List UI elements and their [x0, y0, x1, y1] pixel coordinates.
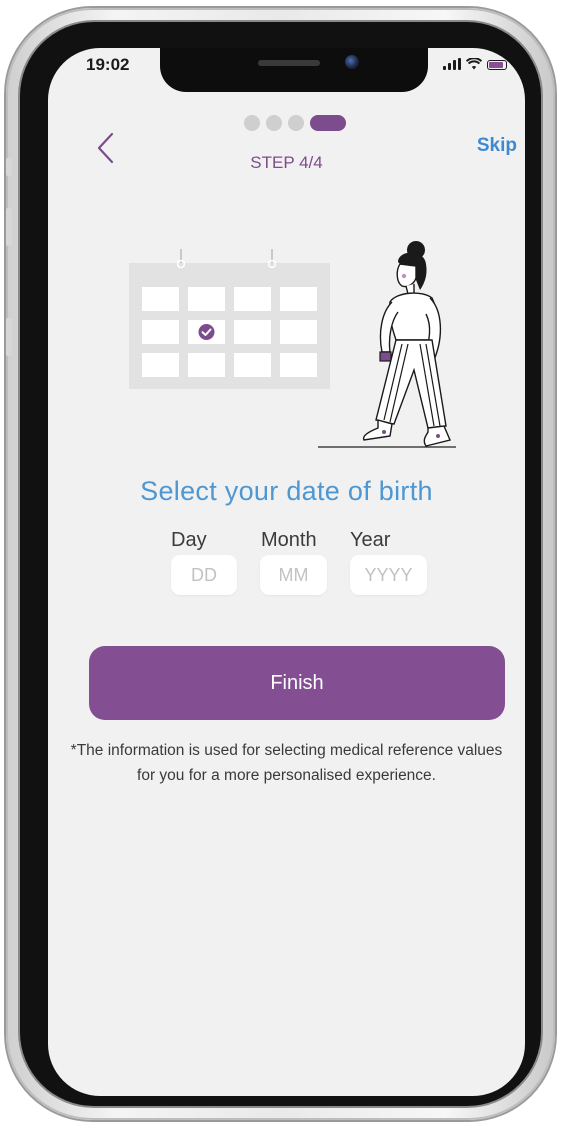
check-circle-icon — [198, 324, 215, 340]
status-time: 19:02 — [86, 55, 130, 74]
woman-walking-illustration — [318, 241, 456, 448]
calendar-selected-day — [188, 320, 225, 344]
page-title: Select your date of birth — [140, 476, 433, 506]
volume-up-button — [6, 208, 12, 246]
wifi-icon — [466, 58, 482, 70]
day-label: Day — [171, 529, 207, 551]
phone-frame: 19:02 STEP 4/4 Skip Select your date of … — [6, 8, 555, 1120]
volume-down-button — [6, 318, 12, 356]
finish-button[interactable]: Finish — [89, 646, 505, 720]
calendar-ring — [268, 249, 276, 269]
status-icons — [443, 58, 507, 70]
app-screen: 19:02 STEP 4/4 Skip Select your date of … — [48, 48, 525, 1096]
info-note: *The information is used for selecting m… — [70, 742, 503, 784]
day-input[interactable] — [171, 555, 237, 595]
step-dot-active — [310, 115, 346, 131]
notch — [160, 48, 428, 92]
step-label: STEP 4/4 — [250, 153, 323, 172]
camera-icon — [345, 55, 359, 69]
step-dot — [244, 115, 260, 131]
year-label: Year — [350, 529, 391, 551]
calendar-check-icon — [129, 249, 330, 389]
step-dot — [288, 115, 304, 131]
calendar-grid — [142, 287, 317, 377]
year-input[interactable] — [350, 555, 427, 595]
calendar-ring — [177, 249, 185, 269]
skip-button[interactable]: Skip — [477, 135, 517, 157]
speaker-grille — [258, 60, 320, 66]
month-label: Month — [261, 529, 317, 551]
step-progress — [244, 115, 346, 131]
month-input[interactable] — [260, 555, 327, 595]
step-dot — [266, 115, 282, 131]
signal-icon — [443, 58, 461, 70]
mute-switch — [6, 158, 12, 176]
battery-icon — [487, 60, 507, 70]
